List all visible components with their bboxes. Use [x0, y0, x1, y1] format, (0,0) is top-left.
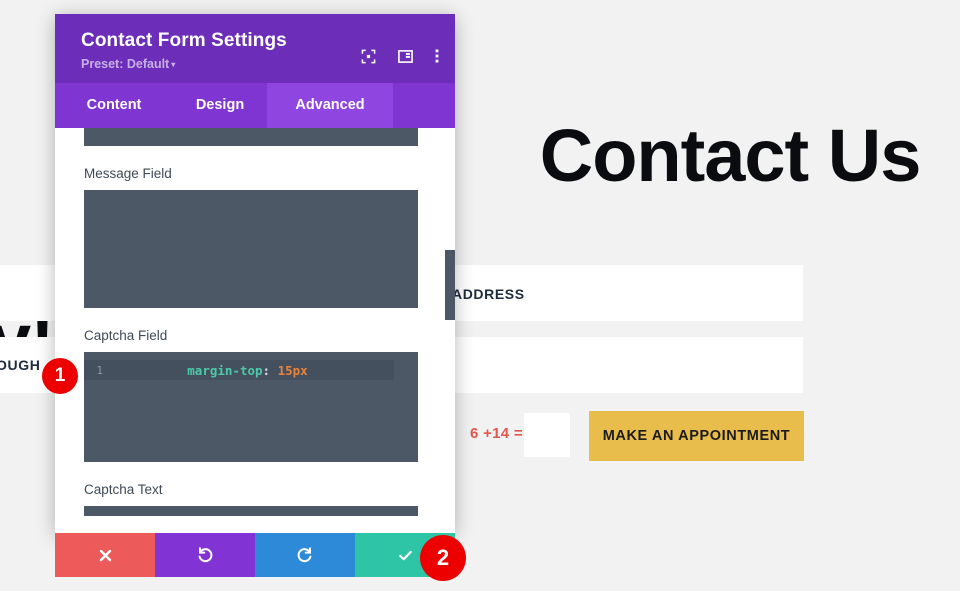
check-icon [397, 547, 414, 564]
address-field-label: ADDRESS [452, 286, 525, 302]
message-field-editor[interactable] [84, 190, 418, 308]
captcha-sum-label: 6 +14 = [470, 425, 523, 442]
annotation-badge-1: 1 [42, 358, 78, 394]
make-appointment-button[interactable]: MAKE AN APPOINTMENT [589, 411, 804, 461]
undo-icon [196, 546, 214, 564]
code-line[interactable]: 1 margin-top: 15px [84, 360, 394, 380]
captcha-answer-input[interactable] [524, 413, 570, 457]
chevron-down-icon: ▾ [171, 60, 176, 69]
preset-label: Preset: Default [81, 57, 170, 71]
captcha-field-editor[interactable]: 1 margin-top: 15px [84, 352, 418, 462]
captcha-text-editor[interactable] [84, 506, 418, 516]
tab-content[interactable]: Content [55, 83, 173, 128]
redo-button[interactable] [255, 533, 355, 577]
line-number: 1 [96, 363, 103, 377]
modal-scrollbar-thumb[interactable] [445, 250, 455, 320]
tab-design[interactable]: Design [173, 83, 267, 128]
modal-body: Message Field Captcha Field 1 margin-top… [55, 128, 455, 533]
annotation-badge-2: 2 [420, 535, 466, 581]
undo-button[interactable] [155, 533, 255, 577]
modal-header: Contact Form Settings Preset: Default ▾ [55, 14, 455, 83]
tab-advanced[interactable]: Advanced [267, 83, 393, 128]
close-icon [98, 548, 113, 563]
redo-icon [296, 546, 314, 564]
css-property-token: margin-top [187, 362, 263, 378]
captcha-field-label: Captcha Field [84, 328, 168, 343]
layout-panel-icon[interactable] [398, 49, 413, 64]
css-value-token: 15px [270, 362, 308, 378]
modal-action-bar [55, 533, 455, 577]
captcha-text-label: Captcha Text [84, 482, 163, 497]
message-field-label: Message Field [84, 166, 172, 181]
cancel-button[interactable] [55, 533, 155, 577]
contact-form-settings-modal: Contact Form Settings Preset: Default▾ [55, 14, 455, 533]
previous-field-editor[interactable] [84, 128, 418, 146]
focus-icon[interactable] [361, 49, 376, 64]
tabs-filler [393, 83, 455, 128]
modal-header-icons [361, 48, 439, 64]
css-punctuation-token: : [262, 362, 271, 378]
more-vertical-icon[interactable] [435, 48, 439, 64]
rough-field-label: OUGH [0, 357, 41, 373]
modal-scrollbar[interactable] [445, 128, 455, 533]
modal-tabs: Content Design Advanced [55, 83, 455, 128]
